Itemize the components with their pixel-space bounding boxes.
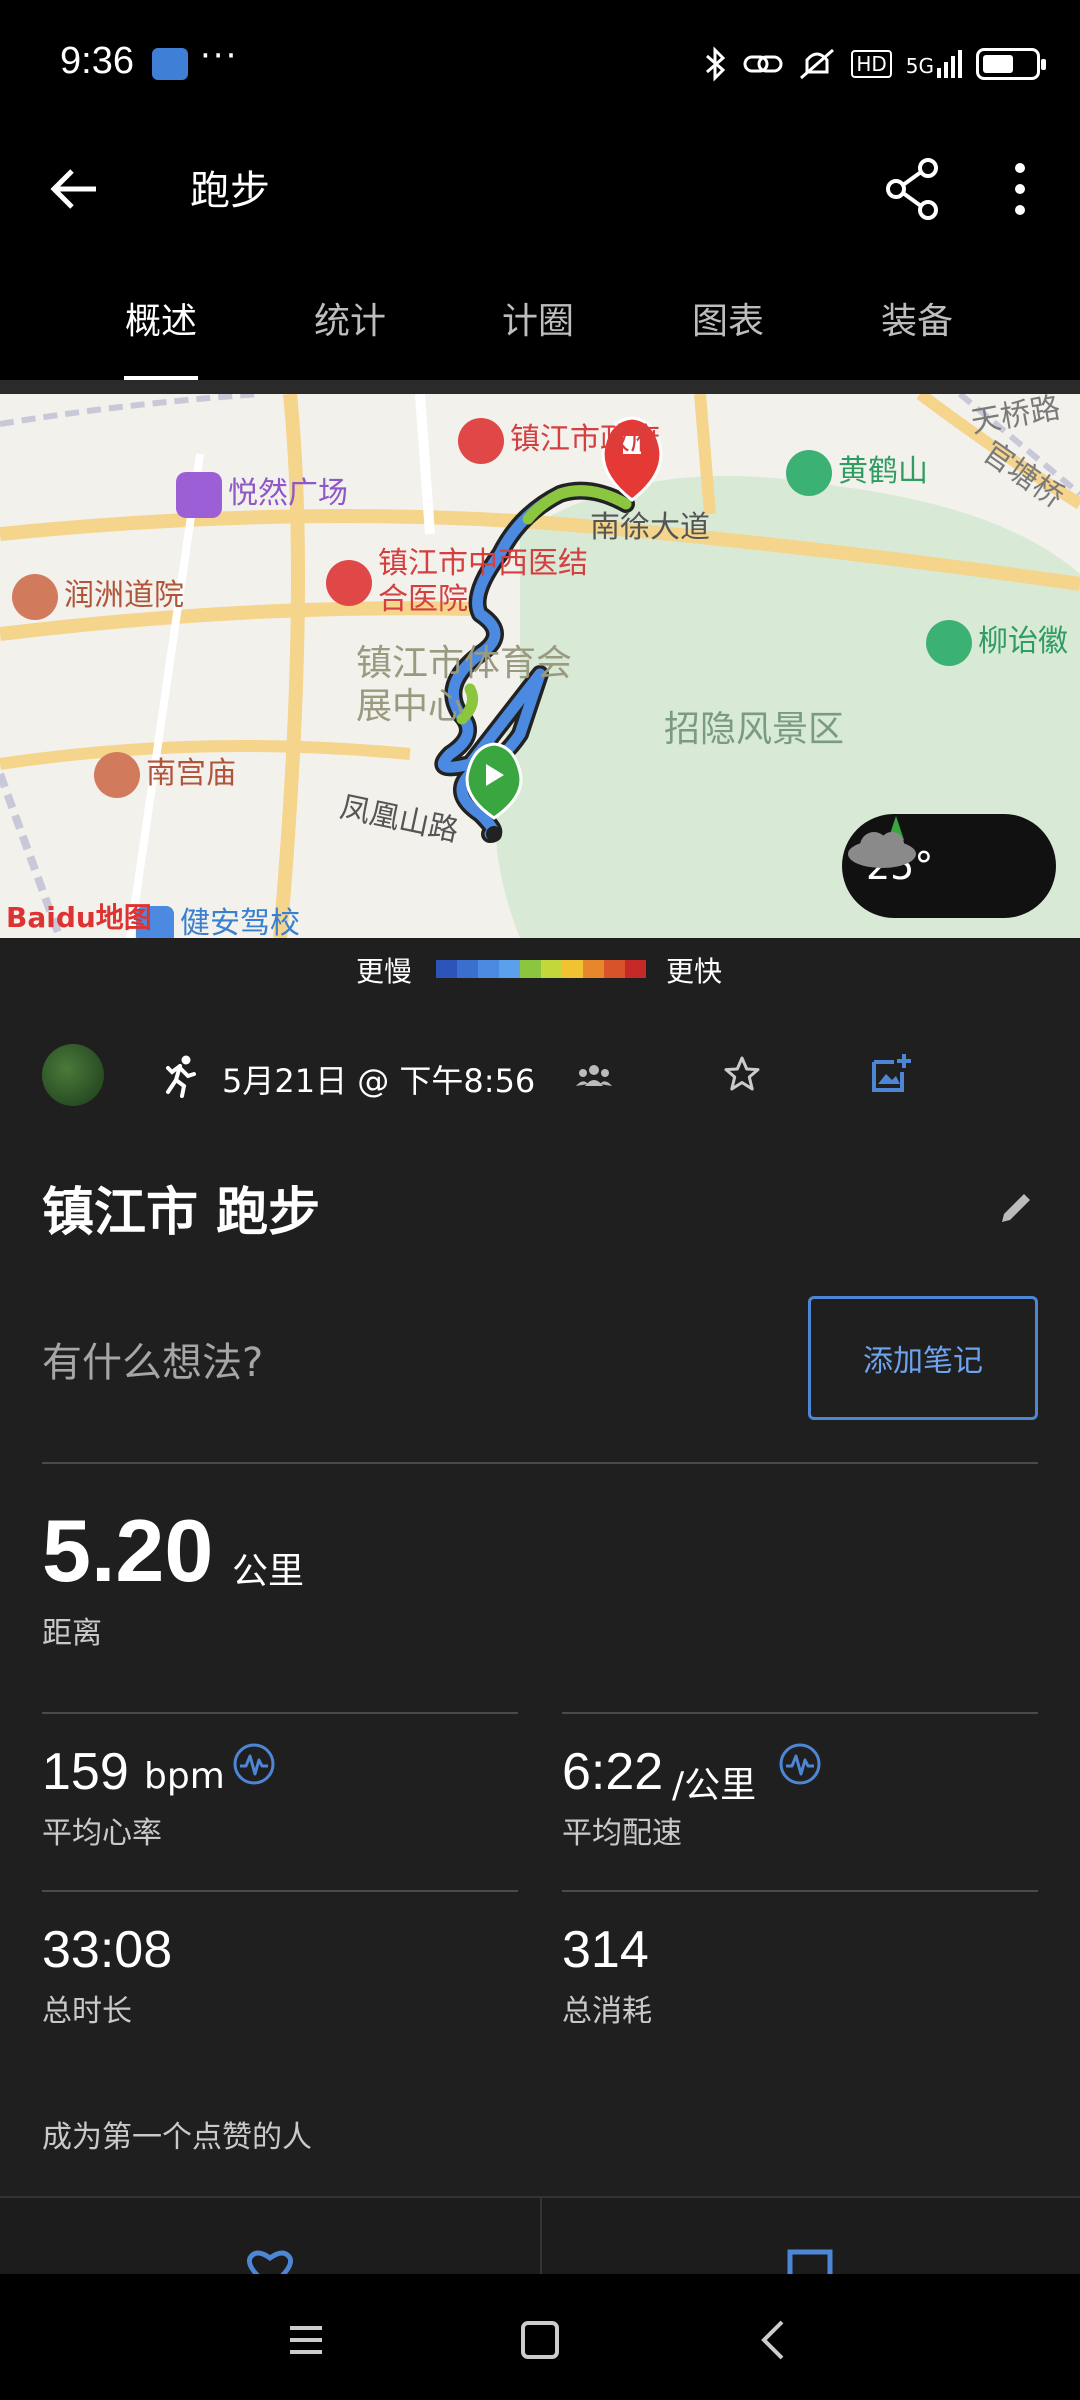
pace-swatch-2 [478,960,499,978]
pace-color-scale [436,960,646,978]
divider [562,1712,1038,1714]
home-icon[interactable] [510,2310,570,2370]
tab-bar: 概述 统计 计圈 图表 装备 [0,250,1080,382]
recent-apps-icon[interactable] [276,2310,336,2370]
poi-sports-center: 镇江市体育会展中心 [356,643,573,728]
tab-overview[interactable]: 概述 [81,292,241,344]
legend-slower: 更慢 [356,955,413,988]
pace-swatch-8 [604,960,625,978]
divider [42,1462,1038,1464]
pace-swatch-9 [625,960,646,978]
heart-rate-label: 平均心率 [42,1816,162,1851]
pace-swatch-6 [562,960,583,978]
heart-rate-monitor-icon[interactable] [232,1742,276,1786]
poi-runzhou-temple[interactable]: 润洲道院 [12,570,184,620]
poi-huanghe-mountain[interactable]: 黄鹤山 [786,446,928,496]
avatar[interactable] [42,1044,104,1106]
social-actions-bar [0,2196,1080,2288]
add-note-button[interactable]: 添加笔记 [808,1296,1038,1420]
poi-zhaoyin-scenic: 招隐风景区 [664,709,845,750]
distance-value: 5.20 [42,1501,214,1600]
poi-nangong-temple[interactable]: 南宫庙 [94,748,236,798]
running-icon [166,1055,196,1098]
pace-swatch-3 [499,960,520,978]
app-bar: 跑步 [0,130,1080,250]
pace-swatch-7 [583,960,604,978]
divider [562,1890,1038,1892]
divider [42,1890,518,1892]
star-icon[interactable] [722,1054,762,1094]
status-bar: 9:36 ··· HD 5G [0,0,1080,130]
poi-hospital[interactable]: 镇江市中西医结合医院 [326,546,596,618]
hd-icon: HD [851,50,892,78]
pace-label: 平均配速 [562,1816,682,1851]
pace-swatch-0 [436,960,457,978]
divider [42,1712,518,1714]
road-nanxu: 南徐大道 [590,510,710,545]
duration-value: 33:08 [42,1921,173,1979]
tab-divider [0,380,1080,394]
pace-unit: /公里 [672,1765,757,1806]
heart-rate-unit: bpm [144,1756,225,1797]
tab-laps[interactable]: 计圈 [458,292,618,344]
battery-icon [976,48,1046,80]
system-nav-bar [0,2274,1080,2400]
divider [540,2198,542,2276]
pace-source-icon[interactable] [778,1742,822,1786]
tab-stats[interactable]: 统计 [270,292,430,344]
edit-icon[interactable] [996,1188,1036,1228]
baidu-map-logo: Baidu地图 [6,901,152,934]
poi-government[interactable]: 镇江市政府 [458,414,660,464]
duration-label: 总时长 [42,1994,132,2029]
poi-jianan-driving-school[interactable]: 健安驾校 [136,898,300,938]
signal-5g-icon: 5G [906,50,962,78]
pace-swatch-1 [457,960,478,978]
page-title: 跑步 [190,168,270,214]
activity-date: 5月21日 @ 下午8:56 [222,1062,536,1100]
weather-badge[interactable]: 25° [842,814,1056,918]
nav-back-icon[interactable] [744,2310,804,2370]
distance-unit: 公里 [232,1551,305,1592]
share-button[interactable] [878,154,948,224]
pace-swatch-5 [541,960,562,978]
heart-rate-value: 159 [42,1743,129,1801]
cloudy-night-icon [848,816,916,868]
legend-faster: 更快 [666,955,723,988]
link-icon [743,55,783,73]
calories-value: 314 [562,1921,649,1979]
tab-charts[interactable]: 图表 [648,292,808,344]
pace-legend: 更慢 更快 [0,938,1080,996]
poi-yueran-plaza[interactable]: 悦然广场 [176,468,348,518]
more-notifications-icon: ··· [200,36,239,76]
tab-gear[interactable]: 装备 [837,292,997,344]
mute-icon [800,48,835,80]
bluetooth-icon [706,46,726,82]
more-menu-button[interactable] [990,154,1050,224]
note-prompt[interactable]: 有什么想法? [42,1330,263,1388]
poi-liuyi[interactable]: 柳诒徽 [926,616,1068,666]
activity-title: 镇江市 跑步 [42,1183,321,1243]
pace-swatch-4 [520,960,541,978]
network-type: 5G [905,54,934,78]
pace-value: 6:22 [562,1743,664,1801]
notification-app-icon [152,48,188,80]
activity-meta-row: 5月21日 @ 下午8:56 [0,1040,1080,1110]
route-map[interactable]: 镇江市政府 悦然广场 黄鹤山 官塘桥 天桥路 南徐大道 润洲道院 镇江市中西医结… [0,394,1080,938]
kudos-prompt: 成为第一个点赞的人 [42,2120,312,2155]
people-icon[interactable] [574,1056,614,1096]
add-photo-icon[interactable] [868,1052,912,1096]
status-icons: HD 5G [703,44,1046,84]
distance-label: 距离 [42,1616,102,1651]
calories-label: 总消耗 [562,1994,652,2029]
back-button[interactable] [40,154,110,224]
status-time: 9:36 [60,40,134,82]
